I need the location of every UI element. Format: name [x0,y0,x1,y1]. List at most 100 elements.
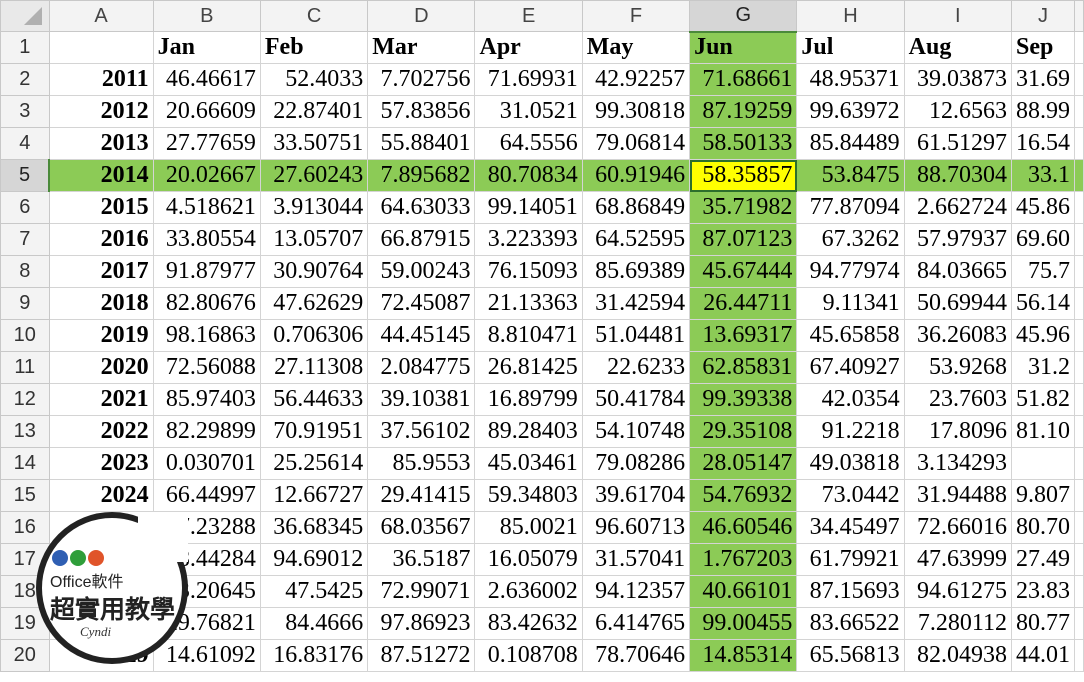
data-cell[interactable]: 50.41784 [581,383,691,416]
cell-overflow[interactable] [1074,319,1084,352]
data-cell[interactable]: 31.69 [1010,63,1076,96]
data-cell[interactable]: 62.85831 [689,351,798,384]
data-cell[interactable]: 31.0521 [474,95,583,128]
data-cell[interactable]: 45.96 [1010,319,1076,352]
column-header-h[interactable]: H [796,0,905,32]
column-header-a[interactable]: A [48,0,154,32]
data-cell[interactable]: 7.702756 [367,63,476,96]
data-cell[interactable]: 87.51272 [367,639,476,672]
data-cell[interactable]: 85.9553 [367,447,476,480]
data-cell[interactable]: 69.60 [1010,223,1076,256]
data-cell[interactable]: 83.66522 [796,607,905,640]
data-cell[interactable]: 64.63033 [367,191,476,224]
data-cell[interactable]: 42.92257 [581,63,691,96]
cell-overflow[interactable] [1074,95,1084,128]
data-cell[interactable]: 20.02667 [152,159,261,192]
data-cell[interactable]: 9.807 [1010,479,1076,512]
cell-overflow[interactable] [1074,351,1084,384]
data-cell[interactable]: 27.77659 [152,127,261,160]
data-cell[interactable]: 27.60243 [259,159,369,192]
cell-a1[interactable] [48,31,154,64]
data-cell[interactable]: 64.5556 [474,127,583,160]
data-cell[interactable]: 3.913044 [259,191,369,224]
month-header-cell[interactable]: Apr [474,31,583,64]
data-cell[interactable]: 12.6563 [903,95,1012,128]
data-cell[interactable]: 12.66727 [259,479,369,512]
data-cell[interactable]: 75.7 [1010,255,1076,288]
data-cell[interactable]: 48.95371 [796,63,905,96]
row-header[interactable]: 8 [0,255,50,288]
data-cell[interactable]: 54.76932 [689,479,798,512]
data-cell[interactable]: 83.42632 [474,607,583,640]
data-cell[interactable]: 46.46617 [152,63,261,96]
data-cell[interactable]: 99.00455 [689,607,798,640]
row-header[interactable]: 5 [0,159,51,192]
data-cell[interactable]: 29.41415 [367,479,476,512]
data-cell[interactable]: 98.16863 [152,319,261,352]
year-cell[interactable]: 2017 [48,255,154,288]
row-header[interactable]: 7 [0,223,50,256]
month-header-cell[interactable]: Jan [152,31,261,64]
data-cell[interactable]: 97.86923 [367,607,476,640]
data-cell[interactable]: 94.69012 [259,543,369,576]
data-cell[interactable]: 67.3262 [796,223,905,256]
data-cell[interactable]: 23.83 [1010,575,1076,608]
data-cell[interactable]: 65.56813 [796,639,905,672]
data-cell[interactable]: 99.39338 [689,383,798,416]
data-cell[interactable]: 57.97937 [903,223,1012,256]
select-all-triangle-icon[interactable] [24,7,42,25]
data-cell[interactable]: 13.69317 [689,319,798,352]
column-header-j[interactable]: J [1010,0,1076,32]
data-cell[interactable]: 16.89799 [474,383,583,416]
data-cell[interactable] [1010,447,1076,480]
column-header-f[interactable]: F [581,0,691,32]
column-header-b[interactable]: B [152,0,261,32]
data-cell[interactable]: 67.40927 [796,351,905,384]
active-cell[interactable]: 58.35857 [689,159,798,192]
data-cell[interactable]: 66.87915 [367,223,476,256]
data-cell[interactable]: 66.44997 [152,479,261,512]
data-cell[interactable]: 2.662724 [903,191,1012,224]
data-cell[interactable]: 39.10381 [367,383,476,416]
data-cell[interactable]: 33.1 [1010,159,1076,192]
data-cell[interactable]: 0.108708 [474,639,583,672]
data-cell[interactable]: 37.56102 [367,415,476,448]
data-cell[interactable]: 21.13363 [474,287,583,320]
data-cell[interactable]: 54.10748 [581,415,691,448]
data-cell[interactable]: 99.14051 [474,191,583,224]
data-cell[interactable]: 26.81425 [474,351,583,384]
year-cell[interactable]: 2022 [48,415,154,448]
data-cell[interactable]: 96.60713 [581,511,691,544]
month-header-cell[interactable]: May [581,31,691,64]
year-cell[interactable]: 2024 [48,479,154,512]
cell-overflow[interactable] [1074,607,1084,640]
data-cell[interactable]: 28.05147 [689,447,798,480]
cell-overflow[interactable] [1074,479,1084,512]
month-header-cell[interactable]: Jul [796,31,905,64]
year-cell[interactable]: 2013 [48,127,154,160]
data-cell[interactable]: 3.134293 [903,447,1012,480]
row-header[interactable]: 4 [0,127,50,160]
data-cell[interactable]: 80.77 [1010,607,1076,640]
data-cell[interactable]: 22.6233 [581,351,691,384]
row-header[interactable]: 1 [0,31,50,64]
data-cell[interactable]: 44.45145 [367,319,476,352]
data-cell[interactable]: 34.45497 [796,511,905,544]
row-header[interactable]: 13 [0,415,50,448]
data-cell[interactable]: 68.03567 [367,511,476,544]
data-cell[interactable]: 47.62629 [259,287,369,320]
row-header[interactable]: 6 [0,191,50,224]
column-header-overflow[interactable] [1074,0,1084,32]
data-cell[interactable]: 82.04938 [903,639,1012,672]
cell-overflow[interactable] [1074,447,1084,480]
data-cell[interactable]: 91.2218 [796,415,905,448]
data-cell[interactable]: 1.767203 [689,543,798,576]
data-cell[interactable]: 44.01 [1010,639,1076,672]
data-cell[interactable]: 16.05079 [474,543,583,576]
data-cell[interactable]: 76.15093 [474,255,583,288]
row-header[interactable]: 12 [0,383,50,416]
data-cell[interactable]: 17.8096 [903,415,1012,448]
year-cell[interactable]: 2011 [48,63,154,96]
data-cell[interactable]: 51.82 [1010,383,1076,416]
data-cell[interactable]: 84.03665 [903,255,1012,288]
